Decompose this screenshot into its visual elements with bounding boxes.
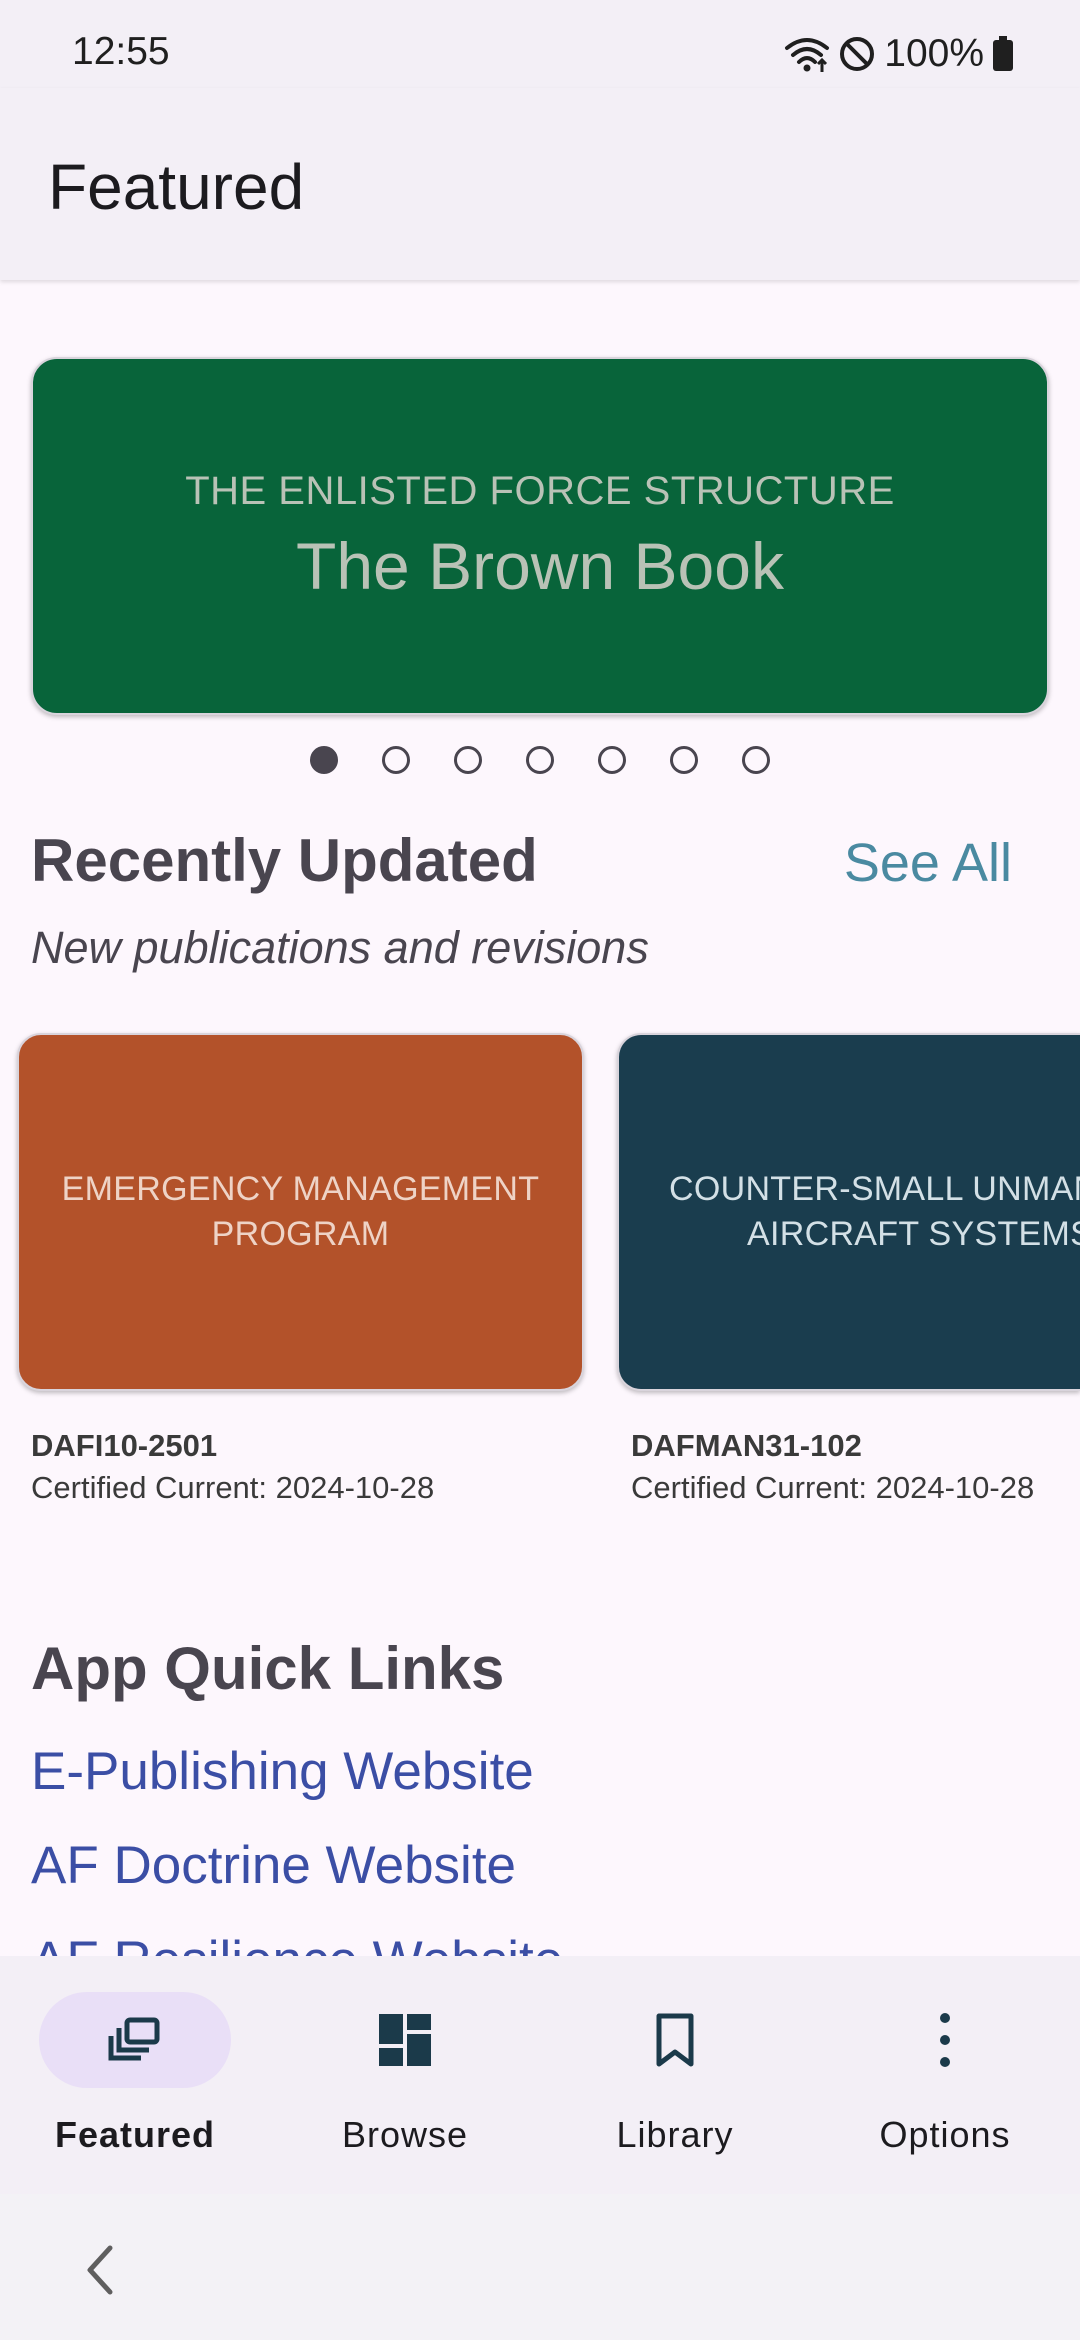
- publication-certified-date: Certified Current: 2024-10-28: [31, 1470, 435, 1505]
- wifi-icon: [785, 38, 830, 72]
- nav-label-options: Options: [879, 2114, 1011, 2155]
- quick-link-epublishing[interactable]: E-Publishing Website: [31, 1741, 534, 1802]
- publication-cover-text: COUNTER-SMALL UNMANNED AIRCRAFT SYSTEMS: [669, 1170, 1080, 1253]
- status-time: 12:55: [72, 30, 170, 73]
- status-icons: 100%: [784, 28, 1014, 80]
- nav-item-options[interactable]: Options: [810, 1956, 1080, 2194]
- banner-title: The Brown Book: [296, 528, 784, 603]
- carousel-dot[interactable]: [382, 746, 410, 774]
- battery-icon: [993, 36, 1013, 71]
- carousel-dot[interactable]: [454, 746, 482, 774]
- featured-banner[interactable]: THE ENLISTED FORCE STRUCTURE The Brown B…: [31, 357, 1049, 715]
- publication-card[interactable]: COUNTER-SMALL UNMANNED AIRCRAFT SYSTEMS: [617, 1033, 1080, 1391]
- publication-cover-text: EMERGENCY MANAGEMENT PROGRAM: [61, 1170, 540, 1253]
- nav-label-browse: Browse: [341, 2114, 469, 2155]
- carousel-dot[interactable]: [310, 746, 338, 774]
- banner-subtitle: THE ENLISTED FORCE STRUCTURE: [185, 468, 895, 513]
- publication-id: DAFMAN31-102: [631, 1428, 862, 1463]
- quick-link-doctrine[interactable]: AF Doctrine Website: [31, 1835, 516, 1896]
- nav-item-featured[interactable]: Featured: [0, 1956, 270, 2194]
- dashboard-icon: [379, 2014, 431, 2066]
- status-bar: 12:55 100%: [0, 0, 1080, 88]
- carousel-dot[interactable]: [598, 746, 626, 774]
- top-app-bar: Featured: [0, 88, 1080, 280]
- see-all-link[interactable]: See All: [844, 832, 1012, 894]
- quick-links-heading: App Quick Links: [31, 1635, 505, 1702]
- featured-icon: [108, 2017, 160, 2061]
- recently-updated-heading: Recently Updated: [31, 827, 538, 894]
- nav-label-featured: Featured: [54, 2114, 216, 2155]
- bookmark-icon: [656, 2013, 694, 2067]
- publication-id: DAFI10-2501: [31, 1428, 218, 1463]
- carousel-dot[interactable]: [670, 746, 698, 774]
- publication-card[interactable]: EMERGENCY MANAGEMENT PROGRAM: [17, 1033, 584, 1391]
- nav-label-library: Library: [616, 2114, 734, 2155]
- recently-updated-subtitle: New publications and revisions: [31, 922, 649, 973]
- carousel-indicator: [0, 746, 1080, 778]
- carousel-dot[interactable]: [526, 746, 554, 774]
- bottom-navigation: Featured Browse Library Options: [0, 1956, 1080, 2194]
- page-title: Featured: [48, 151, 305, 223]
- more-vert-icon: [940, 2013, 950, 2067]
- back-icon[interactable]: [76, 2240, 126, 2300]
- battery-percent: 100%: [884, 32, 984, 75]
- do-not-disturb-icon: [840, 37, 875, 71]
- system-navigation-bar: [0, 2194, 1080, 2340]
- scroll-clip: AF Resilience Website: [0, 1900, 1080, 1958]
- nav-item-browse[interactable]: Browse: [270, 1956, 540, 2194]
- carousel-dot[interactable]: [742, 746, 770, 774]
- nav-item-library[interactable]: Library: [540, 1956, 810, 2194]
- quick-link-resilience[interactable]: AF Resilience Website: [31, 1930, 563, 1958]
- publication-certified-date: Certified Current: 2024-10-28: [631, 1470, 1035, 1505]
